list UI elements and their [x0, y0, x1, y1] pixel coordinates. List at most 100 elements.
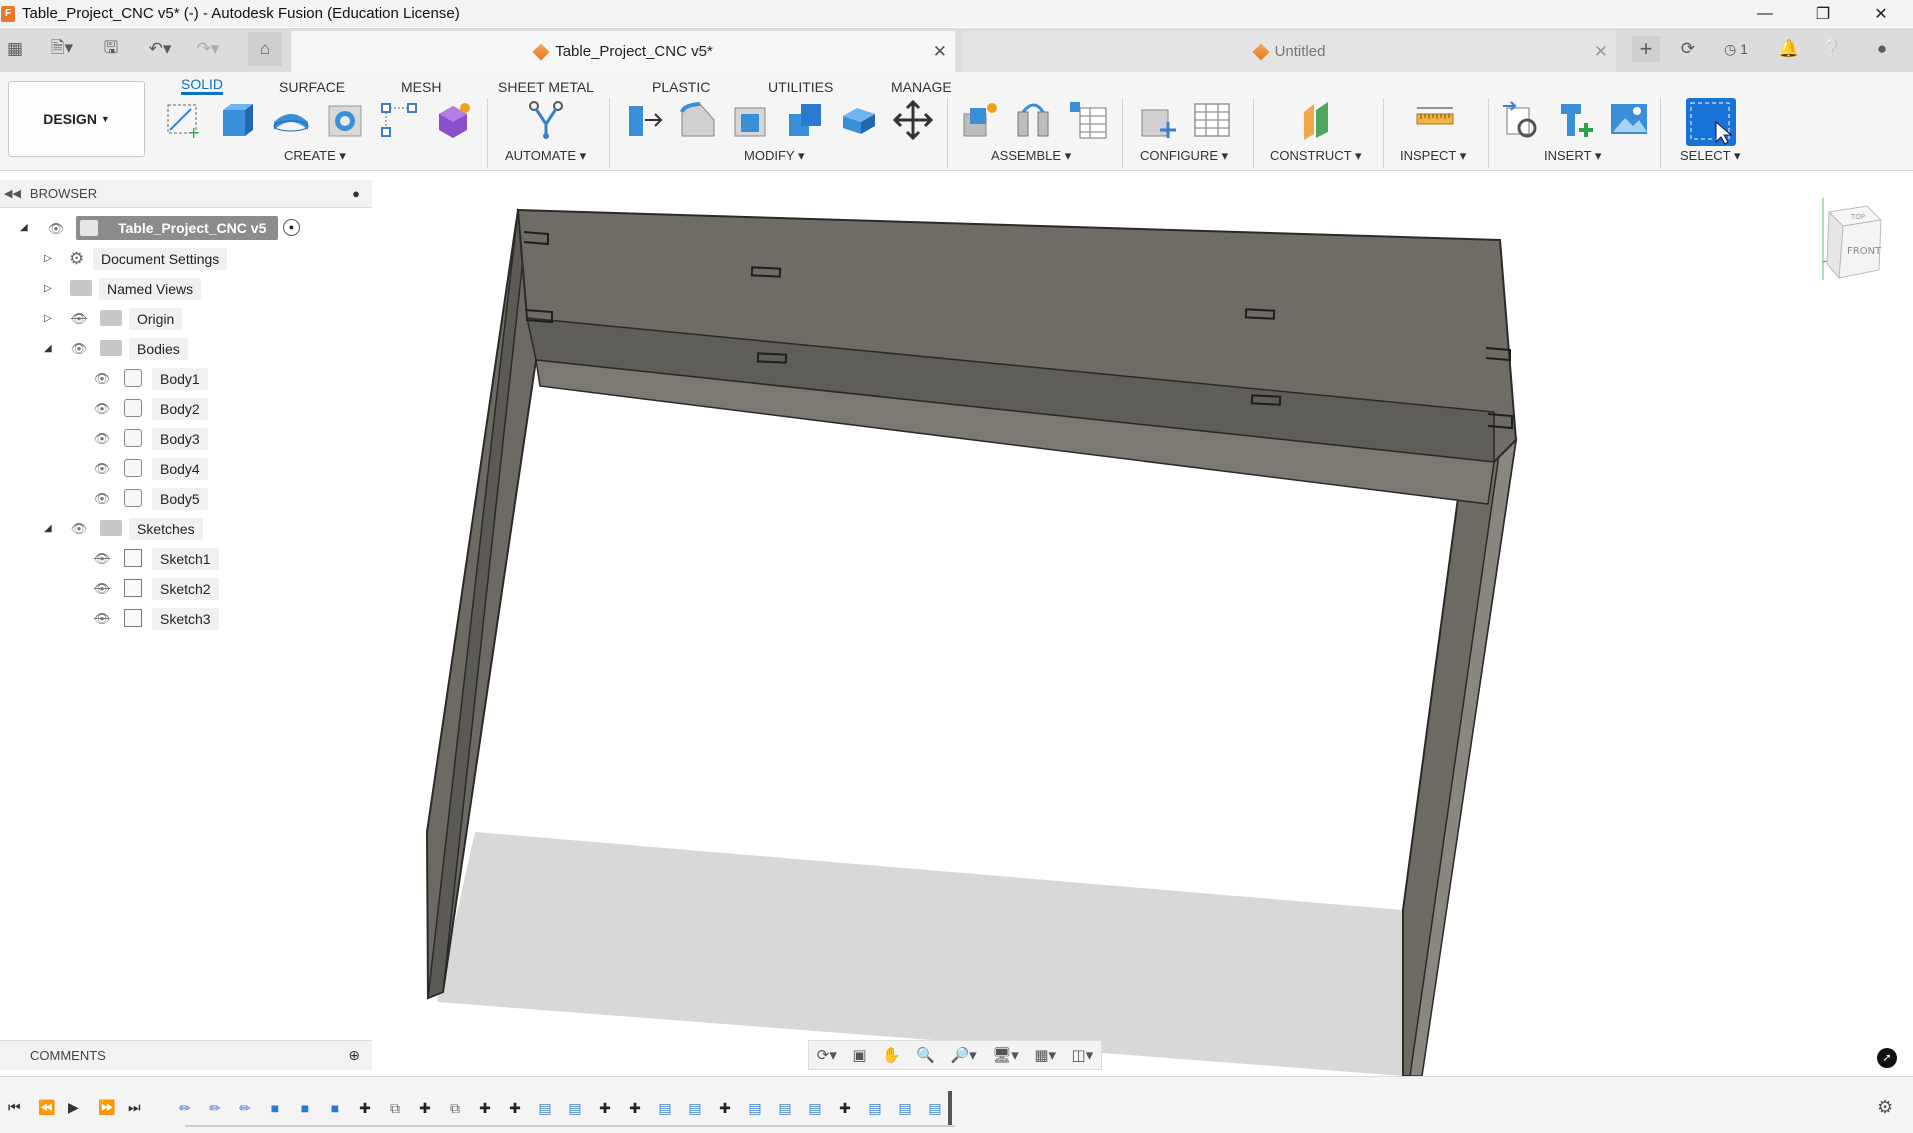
timeline-start-icon[interactable]: ⏮	[8, 1099, 21, 1116]
timeline-align-icon[interactable]: ▤	[536, 1099, 554, 1117]
timeline-copy-icon[interactable]: ⧉	[446, 1099, 464, 1117]
viewports-icon[interactable]: ◫▾	[1072, 1046, 1094, 1064]
help-icon[interactable]: ❔	[1820, 36, 1844, 62]
close-tab-icon[interactable]: ✕	[1594, 42, 1608, 62]
new-component-icon[interactable]	[960, 100, 1000, 140]
grid-settings-icon[interactable]: ▦▾	[1034, 1046, 1056, 1064]
select-menu[interactable]: SELECT ▾	[1680, 148, 1740, 164]
select-icon[interactable]	[1686, 98, 1736, 146]
timeline-move-icon[interactable]: ✚	[596, 1099, 614, 1117]
notifications-bell-icon[interactable]: 🔔	[1778, 36, 1800, 62]
extrude-icon[interactable]	[217, 100, 257, 140]
timeline-next-icon[interactable]: ⏩	[98, 1099, 115, 1116]
assemble-menu[interactable]: ASSEMBLE ▾	[991, 148, 1071, 164]
combine-icon[interactable]	[785, 100, 825, 140]
look-at-icon[interactable]: ▣	[852, 1046, 866, 1064]
insert-mcmaster-icon[interactable]	[1555, 100, 1595, 140]
tab-untitled[interactable]: Untitled ✕	[962, 31, 1616, 72]
zoom-window-icon[interactable]: 🔎▾	[950, 1046, 976, 1064]
timeline-move-icon[interactable]: ✚	[626, 1099, 644, 1117]
restore-button[interactable]: ❐	[1795, 0, 1851, 27]
status-indicator-icon[interactable]: ➚	[1877, 1048, 1897, 1068]
timeline-end-icon[interactable]: ⏭	[128, 1099, 141, 1116]
shell-icon[interactable]	[731, 100, 771, 140]
insert-canvas-icon[interactable]	[1609, 100, 1649, 140]
timeline-align-icon[interactable]: ▤	[926, 1099, 944, 1117]
timeline-align-icon[interactable]: ▤	[896, 1099, 914, 1117]
timeline-align-icon[interactable]: ▤	[806, 1099, 824, 1117]
timeline-align-icon[interactable]: ▤	[776, 1099, 794, 1117]
configuration-table-icon[interactable]	[1192, 100, 1232, 140]
undo-icon[interactable]: ↶▾	[142, 36, 178, 62]
add-comment-icon[interactable]: ⊕	[348, 1047, 360, 1064]
move-copy-icon[interactable]	[892, 99, 934, 141]
construct-menu[interactable]: CONSTRUCT ▾	[1270, 148, 1362, 164]
modify-menu[interactable]: MODIFY ▾	[744, 148, 804, 164]
3d-viewport[interactable]	[0, 172, 1913, 1076]
tab-sheet-metal[interactable]: SHEET METAL	[498, 73, 594, 95]
extensions-icon[interactable]: ⟳	[1676, 36, 1700, 62]
bill-of-materials-icon[interactable]	[1068, 100, 1108, 140]
timeline-play-icon[interactable]: ▶	[68, 1099, 79, 1116]
form-icon[interactable]	[433, 100, 473, 140]
viewcube-front-label[interactable]: FRONT	[1847, 246, 1882, 257]
tab-solid[interactable]: SOLID	[181, 73, 224, 95]
workspace-switcher-button[interactable]: DESIGN ▼	[8, 81, 145, 157]
tab-utilities[interactable]: UTILITIES	[768, 73, 833, 95]
hole-icon[interactable]	[325, 100, 365, 140]
timeline-settings-gear-icon[interactable]: ⚙	[1877, 1097, 1893, 1118]
measure-icon[interactable]	[1415, 100, 1455, 140]
redo-icon[interactable]: ↷▾	[190, 36, 226, 62]
tab-surface[interactable]: SURFACE	[279, 73, 345, 95]
joint-icon[interactable]	[1014, 100, 1054, 140]
timeline-extrude-icon[interactable]: ■	[296, 1099, 314, 1117]
insert-derive-icon[interactable]	[1501, 100, 1541, 140]
tab-table-project[interactable]: Table_Project_CNC v5* ✕	[291, 31, 955, 72]
timeline-move-icon[interactable]: ✚	[476, 1099, 494, 1117]
timeline-copy-icon[interactable]: ⧉	[386, 1099, 404, 1117]
orbit-icon[interactable]: ⟳▾	[817, 1046, 837, 1064]
automate-icon[interactable]	[526, 100, 566, 140]
timeline-move-icon[interactable]: ✚	[506, 1099, 524, 1117]
timeline-align-icon[interactable]: ▤	[686, 1099, 704, 1117]
fillet-icon[interactable]	[678, 100, 718, 140]
pan-hand-icon[interactable]: ✋	[882, 1046, 901, 1064]
timeline-move-icon[interactable]: ✚	[356, 1099, 374, 1117]
offset-plane-icon[interactable]	[1298, 100, 1338, 140]
automate-menu[interactable]: AUTOMATE ▾	[505, 148, 586, 164]
timeline-move-icon[interactable]: ✚	[416, 1099, 434, 1117]
timeline-move-icon[interactable]: ✚	[716, 1099, 734, 1117]
insert-menu[interactable]: INSERT ▾	[1544, 148, 1601, 164]
press-pull-icon[interactable]	[625, 100, 665, 140]
timeline-marker[interactable]	[948, 1091, 952, 1127]
close-window-button[interactable]: ✕	[1853, 0, 1909, 27]
user-avatar[interactable]: ●	[1870, 36, 1894, 62]
tab-mesh[interactable]: MESH	[401, 73, 441, 95]
viewcube-top-label[interactable]: TOP	[1850, 213, 1865, 221]
file-menu-icon[interactable]: 🗎▾	[44, 36, 80, 62]
zoom-icon[interactable]: 🔍	[916, 1046, 935, 1064]
new-tab-plus-icon[interactable]: +	[1632, 36, 1660, 62]
data-panel-grid-icon[interactable]: ▦	[4, 36, 26, 62]
timeline-align-icon[interactable]: ▤	[566, 1099, 584, 1117]
configure-icon[interactable]	[1138, 100, 1178, 140]
timeline-align-icon[interactable]: ▤	[656, 1099, 674, 1117]
timeline-sketch-icon[interactable]: ✏	[206, 1099, 224, 1117]
configure-menu[interactable]: CONFIGURE ▾	[1140, 148, 1228, 164]
timeline-move-icon[interactable]: ✚	[836, 1099, 854, 1117]
inspect-menu[interactable]: INSPECT ▾	[1400, 148, 1466, 164]
create-sketch-icon[interactable]: +	[163, 100, 203, 142]
revolve-icon[interactable]	[271, 100, 311, 140]
tab-manage[interactable]: MANAGE	[891, 73, 952, 95]
save-icon[interactable]: 🖫	[100, 36, 122, 62]
offset-face-icon[interactable]	[839, 100, 879, 140]
pattern-icon[interactable]	[379, 100, 419, 140]
job-status-icon[interactable]: ◷ 1	[1716, 36, 1756, 62]
timeline-extrude-icon[interactable]: ■	[326, 1099, 344, 1117]
display-settings-icon[interactable]: 🖥▾	[992, 1046, 1019, 1064]
timeline-align-icon[interactable]: ▤	[866, 1099, 884, 1117]
minimize-button[interactable]: —	[1737, 0, 1793, 27]
viewcube[interactable]: TOP FRONT	[1817, 192, 1885, 282]
home-icon[interactable]: ⌂	[248, 32, 282, 66]
tab-plastic[interactable]: PLASTIC	[652, 73, 710, 95]
